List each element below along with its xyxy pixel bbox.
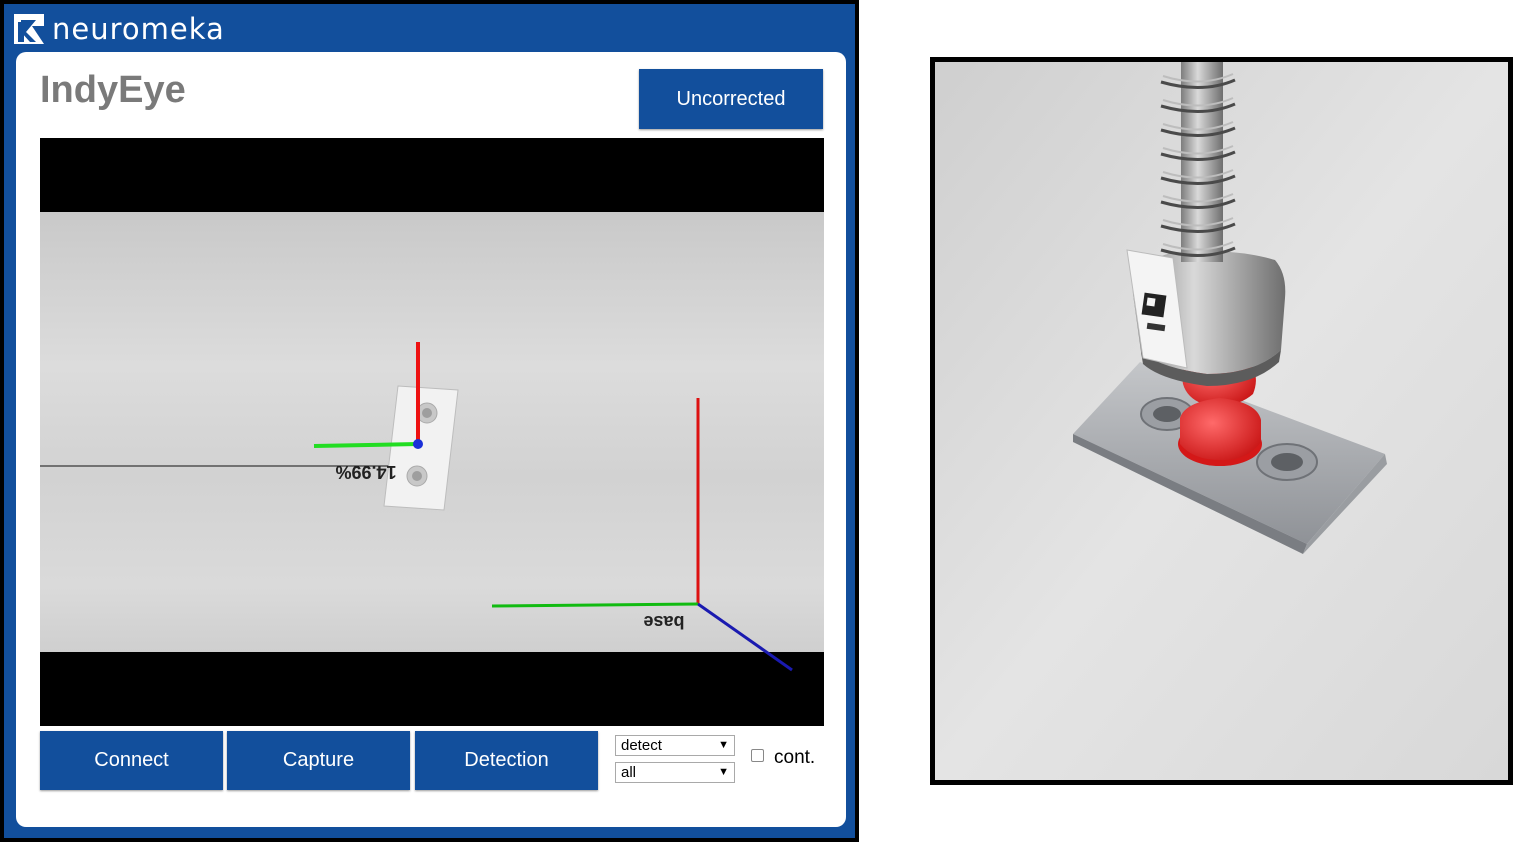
indyeye-app-window: neuromeka IndyEye Uncorrected 14.99% bas…: [0, 0, 859, 842]
uncorrected-button[interactable]: Uncorrected: [639, 69, 823, 129]
main-panel: IndyEye Uncorrected 14.99% base Connect …: [16, 52, 846, 827]
connect-button[interactable]: Connect: [40, 731, 223, 790]
object-confidence-label: 14.99%: [335, 462, 396, 482]
mode-select[interactable]: detect ▼: [615, 735, 735, 756]
base-label: base: [643, 612, 684, 632]
camera-viewer[interactable]: 14.99% base: [40, 138, 824, 726]
mode-select-value: detect: [621, 737, 662, 754]
gripper-photo: [930, 57, 1513, 785]
camera-image: 14.99% base: [40, 212, 824, 672]
app-frame: neuromeka IndyEye Uncorrected 14.99% bas…: [4, 4, 855, 838]
capture-button[interactable]: Capture: [227, 731, 410, 790]
dropdown-arrow-icon: ▼: [718, 766, 729, 778]
brand-bar: neuromeka: [4, 4, 855, 52]
detection-button[interactable]: Detection: [415, 731, 598, 790]
dropdown-arrow-icon: ▼: [718, 739, 729, 751]
continuous-label: cont.: [774, 747, 816, 768]
brand-name: neuromeka: [52, 12, 225, 46]
neuromeka-logo-icon: [14, 14, 44, 44]
page-title: IndyEye: [40, 69, 186, 111]
continuous-checkbox[interactable]: [751, 749, 764, 762]
filter-select-value: all: [621, 764, 637, 781]
filter-select[interactable]: all ▼: [615, 762, 735, 783]
gripper-photo-image: [935, 62, 1508, 780]
